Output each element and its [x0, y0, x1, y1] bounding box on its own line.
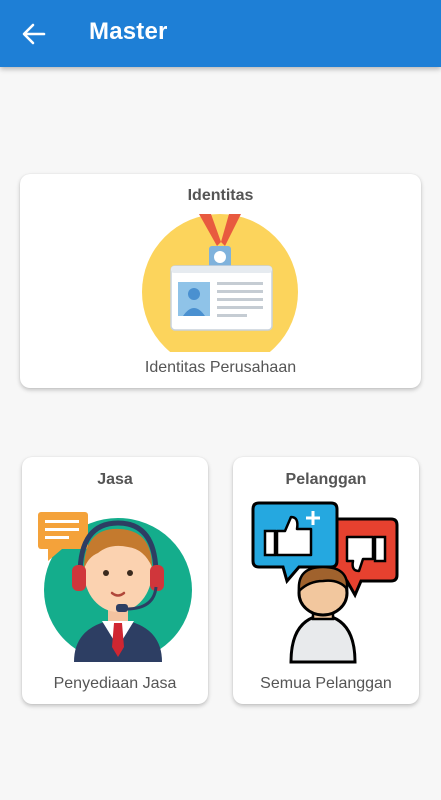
card-caption: Identitas Perusahaan	[144, 359, 297, 376]
page-title: Master	[89, 18, 168, 45]
customer-feedback-icon	[251, 501, 399, 664]
arrow-left-icon[interactable]	[14, 14, 54, 54]
card-title: Pelanggan	[285, 471, 367, 488]
card-pelanggan[interactable]: Pelanggan Semua Pelanggan	[233, 457, 419, 704]
card-caption: Penyediaan Jasa	[53, 675, 177, 692]
app-bar: Master	[0, 0, 441, 67]
card-title: Identitas	[187, 187, 254, 204]
card-title: Jasa	[97, 471, 133, 488]
card-jasa[interactable]: Jasa Penyediaan Jasa	[22, 457, 208, 704]
card-caption: Semua Pelanggan	[260, 675, 392, 692]
id-badge-icon	[142, 214, 298, 352]
card-identitas[interactable]: Identitas Identitas Perusahaan	[20, 174, 421, 388]
customer-service-agent-icon	[38, 512, 192, 662]
